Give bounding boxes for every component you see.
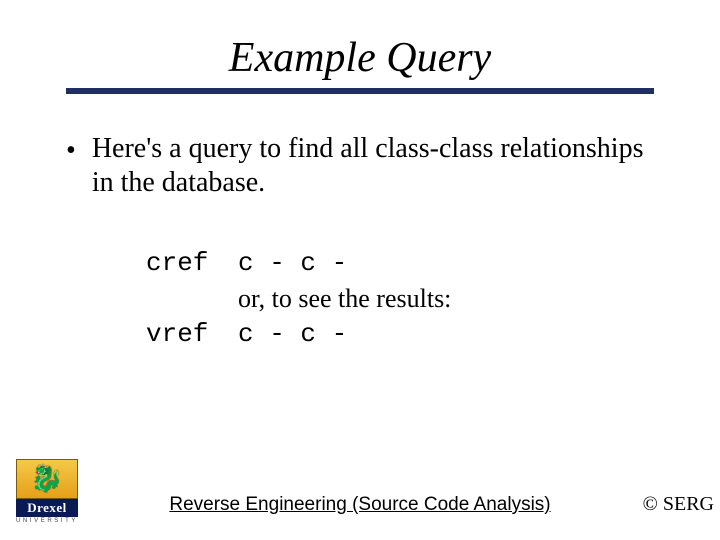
bullet-dot-icon: • (66, 132, 76, 168)
code-cmd-1: cref (146, 246, 238, 281)
slide-title: Example Query (0, 34, 720, 84)
footer: Reverse Engineering (Source Code Analysi… (0, 494, 720, 516)
code-note: or, to see the results: (238, 281, 654, 316)
copyright: © SERG (643, 493, 714, 516)
logo-sub: UNIVERSITY (16, 517, 78, 524)
code-args-1: c - c - (238, 246, 347, 281)
code-line-1: cref c - c - (146, 246, 654, 281)
slide: Example Query • Here's a query to find a… (0, 0, 720, 540)
bullet-item: • Here's a query to find all class-class… (66, 132, 654, 200)
bullet-text: Here's a query to find all class-class r… (92, 132, 654, 200)
code-line-2: vref c - c - (146, 317, 654, 352)
code-args-2: c - c - (238, 317, 347, 352)
dragon-icon: 🐉 (31, 464, 63, 494)
slide-body: • Here's a query to find all class-class… (0, 94, 720, 352)
logo-emblem: 🐉 (16, 459, 78, 499)
footer-text: Reverse Engineering (Source Code Analysi… (169, 494, 550, 515)
code-block: cref c - c - or, to see the results: vre… (146, 246, 654, 351)
code-cmd-2: vref (146, 317, 238, 352)
